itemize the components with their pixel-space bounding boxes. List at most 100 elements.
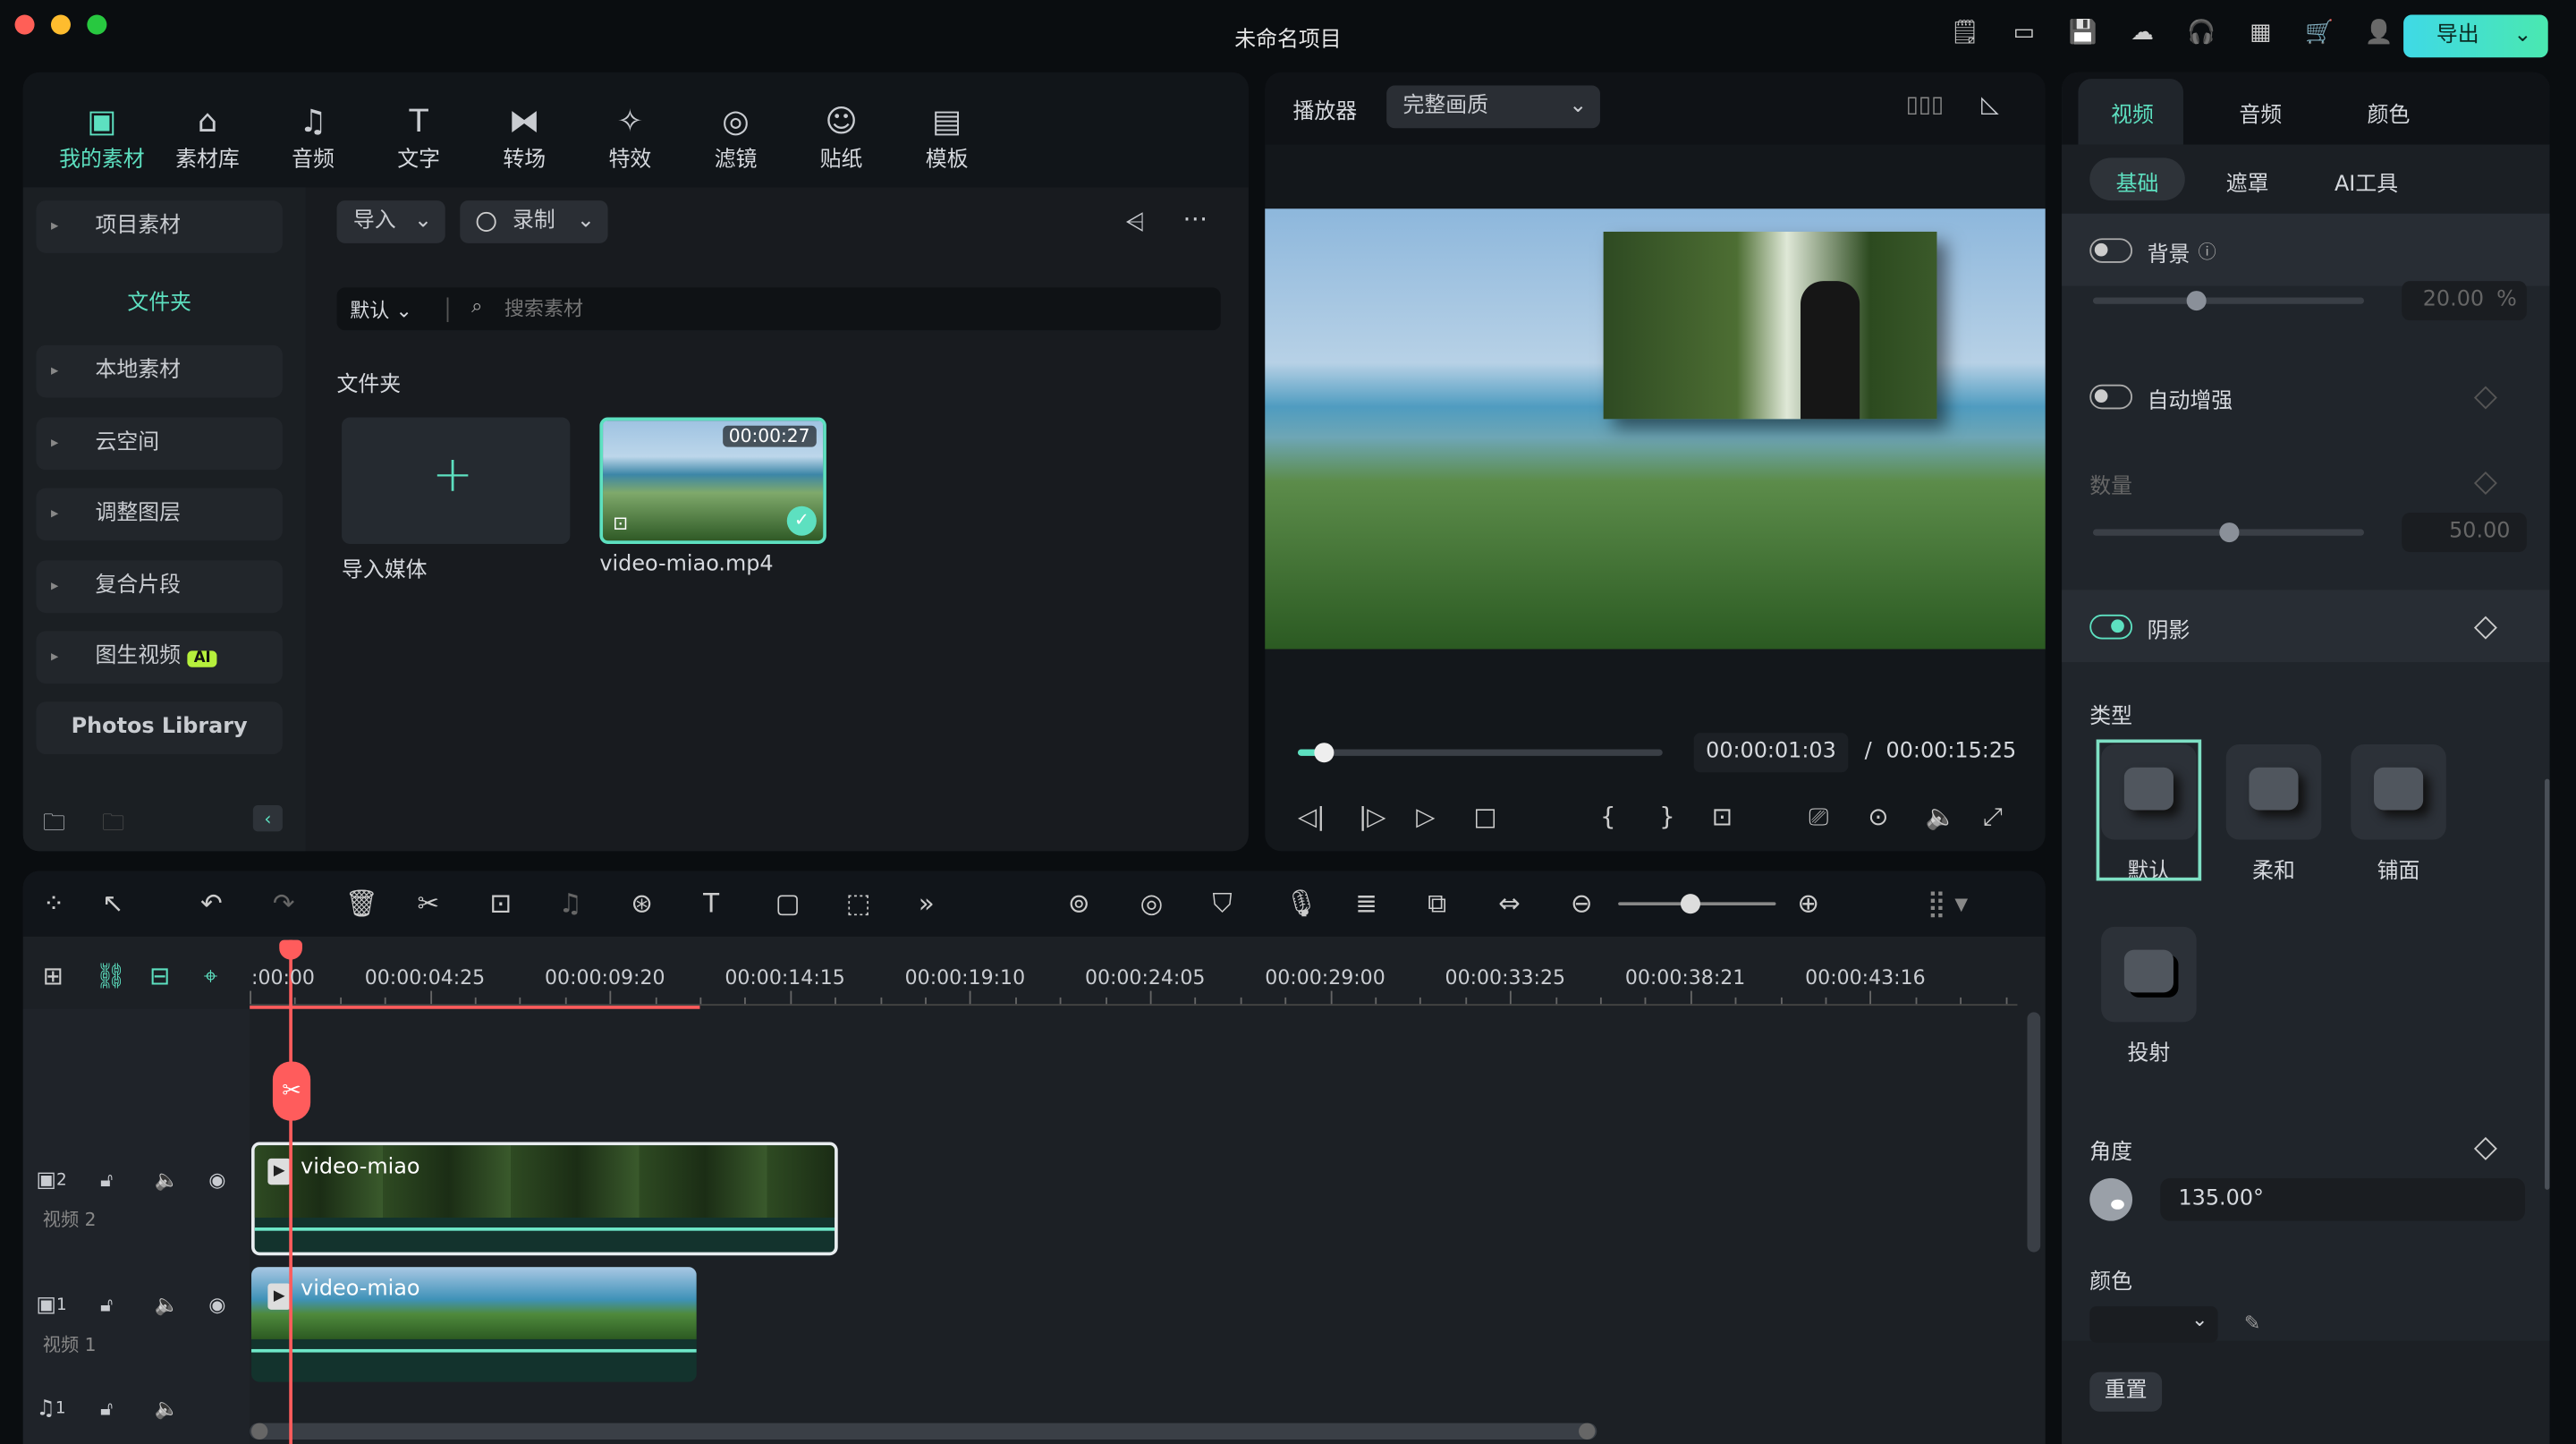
lock-icon[interactable]: 🔓︎	[100, 1397, 113, 1422]
notes-icon[interactable]: 🗒	[1948, 20, 1981, 46]
props-tab-1[interactable]: 音频	[2239, 97, 2282, 129]
current-time[interactable]: 00:00:01:03	[1693, 733, 1849, 773]
clip-settings-icon[interactable]: ⧉	[1428, 888, 1446, 921]
volume-icon[interactable]: 🔈	[1926, 802, 1956, 831]
split-scissors-button[interactable]: ✂	[272, 1061, 311, 1121]
headset-icon[interactable]: 🎧	[2185, 20, 2218, 46]
search-input[interactable]	[504, 292, 1195, 326]
filter-sort-icon[interactable]: ⩤	[1125, 207, 1145, 236]
media-tab-7[interactable]: ☺ 贴纸	[795, 102, 887, 173]
sidebar-item-3[interactable]: 复合片段	[36, 559, 283, 613]
video-preview[interactable]	[1265, 208, 2046, 650]
multi-select-icon[interactable]: ⁘	[43, 888, 65, 919]
snap-icon[interactable]: ⌖	[204, 961, 218, 990]
playback-slider[interactable]	[1297, 743, 1663, 763]
help-icon[interactable]: ⓘ	[2199, 238, 2216, 264]
shadow-toggle[interactable]	[2089, 614, 2133, 640]
shadow-type-2[interactable]	[2351, 744, 2446, 840]
zoom-out-icon[interactable]: ⊖	[1571, 888, 1593, 919]
new-folder-icon[interactable]: 🗀	[43, 805, 66, 845]
media-tab-5[interactable]: ✧ 特效	[584, 102, 676, 173]
playhead[interactable]	[279, 939, 302, 1444]
next-frame-icon[interactable]: |▷	[1359, 802, 1385, 831]
cart-icon[interactable]: 🛒	[2303, 20, 2336, 46]
snapshot-icon[interactable]: ⊙	[1868, 802, 1888, 831]
mask-icon[interactable]: ⬚	[846, 888, 871, 919]
props-tab-2[interactable]: 颜色	[2368, 97, 2411, 129]
shadow-type-3[interactable]	[2101, 926, 2197, 1023]
add-track-icon[interactable]: ⊞	[43, 961, 64, 990]
background-toggle[interactable]	[2089, 238, 2133, 263]
save-icon[interactable]: 💾	[2067, 20, 2100, 46]
sidebar-item-1[interactable]: 云空间	[36, 416, 283, 470]
display-icon[interactable]: ⎚	[1809, 802, 1828, 831]
mute-icon[interactable]: 🔈	[155, 1397, 179, 1420]
media-tab-8[interactable]: ▤ 模板	[901, 102, 993, 173]
layout-icon[interactable]: ▭	[2007, 20, 2040, 46]
background-value[interactable]: 20.00%	[2402, 281, 2527, 321]
redo-icon[interactable]: ↷	[273, 888, 295, 919]
mute-icon[interactable]: 🔈	[155, 1293, 179, 1316]
user-icon[interactable]: 👤	[2362, 20, 2395, 46]
scope-icon[interactable]: ◺	[1981, 92, 1999, 118]
sidebar-item-4[interactable]: 图生视频 AI	[36, 632, 283, 684]
mute-icon[interactable]: 🔈	[155, 1168, 179, 1192]
shape-icon[interactable]: ▢	[775, 888, 801, 919]
prev-frame-icon[interactable]: ◁|	[1298, 802, 1325, 831]
sidebar-project-media[interactable]: 项目素材	[36, 200, 283, 253]
media-thumbnail-video-miao[interactable]: 00:00:27 ⊡ ✓	[599, 417, 826, 544]
media-tab-2[interactable]: ♫ 音频	[267, 102, 360, 173]
record-button[interactable]: 录制 ⌄	[460, 200, 608, 243]
shield-icon[interactable]: ⛉	[1212, 888, 1232, 921]
lock-icon[interactable]: 🔓︎	[100, 1168, 113, 1193]
import-media-tile[interactable]: +	[342, 417, 571, 544]
media-tab-4[interactable]: ⧓ 转场	[479, 102, 571, 173]
props-tab-0[interactable]: 视频	[2111, 97, 2154, 129]
export-button[interactable]: 导出 ⌄	[2403, 14, 2548, 58]
props-subtab-0[interactable]: 基础	[2116, 166, 2159, 198]
slider-knob[interactable]	[2186, 291, 2207, 311]
media-tab-6[interactable]: ◎ 滤镜	[690, 102, 782, 173]
ai-camera-icon[interactable]: ⊚	[1068, 888, 1090, 919]
speed-icon[interactable]: ◎	[1140, 888, 1164, 919]
grid-view-icon[interactable]: ▯▯▯	[1906, 92, 1944, 118]
mic-icon[interactable]: 🎙	[1284, 888, 1318, 919]
stop-icon[interactable]: □	[1474, 802, 1497, 831]
props-subtab-2[interactable]: AI工具	[2334, 166, 2398, 198]
import-button[interactable]: 导入 ⌄	[336, 200, 445, 243]
sort-dropdown[interactable]: 默认 ⌄	[350, 296, 412, 324]
cut-icon[interactable]: ✂	[418, 888, 440, 919]
angle-dial[interactable]	[2089, 1177, 2133, 1221]
timeline-clip-video-2[interactable]: ▶ video-miao	[251, 1142, 838, 1256]
text-tool-icon[interactable]: T	[703, 888, 719, 919]
fullscreen-icon[interactable]: ⤢	[1983, 802, 2003, 831]
slider-knob[interactable]	[2218, 522, 2239, 543]
sidebar-folder[interactable]: 文件夹	[36, 285, 283, 316]
undo-icon[interactable]: ↶	[200, 888, 223, 919]
visibility-icon[interactable]: ◉	[208, 1293, 225, 1316]
media-tab-3[interactable]: T 文字	[373, 102, 465, 173]
photos-library[interactable]: Photos Library	[36, 701, 283, 755]
timeline-clip-video-1[interactable]: ▶ video-miao	[251, 1267, 697, 1382]
reset-button[interactable]: 重置	[2089, 1372, 2163, 1412]
fit-icon[interactable]: ⇔	[1498, 888, 1521, 919]
audio-mix-icon[interactable]: ≣	[1355, 888, 1377, 919]
pip-overlay-video[interactable]	[1603, 231, 1937, 420]
track-layout-icon[interactable]: ⣿ ▾	[1927, 888, 1968, 919]
color-icon[interactable]: ⊛	[631, 888, 653, 919]
select-tool-icon[interactable]: ↖	[102, 888, 124, 919]
delete-folder-icon[interactable]: 🗀	[102, 805, 125, 845]
lock-icon[interactable]: 🔓︎	[100, 1293, 113, 1318]
more-icon[interactable]: ⋯	[1182, 204, 1208, 234]
apps-icon[interactable]: ▦	[2244, 20, 2277, 46]
insert-icon[interactable]: ⊡	[1712, 802, 1733, 831]
cloud-icon[interactable]: ☁	[2126, 20, 2159, 46]
eyedropper-icon[interactable]: ✎	[2244, 1312, 2260, 1335]
properties-scrollbar[interactable]	[2545, 778, 2550, 1190]
timeline-horizontal-scrollbar[interactable]	[250, 1423, 1597, 1440]
link-icon[interactable]: ⛓	[96, 961, 127, 990]
auto-enhance-toggle[interactable]	[2089, 384, 2133, 410]
timeline-vertical-scrollbar[interactable]	[2027, 1012, 2041, 1253]
sidebar-item-2[interactable]: 调整图层	[36, 488, 283, 541]
more-tools-icon[interactable]: »	[919, 888, 935, 919]
